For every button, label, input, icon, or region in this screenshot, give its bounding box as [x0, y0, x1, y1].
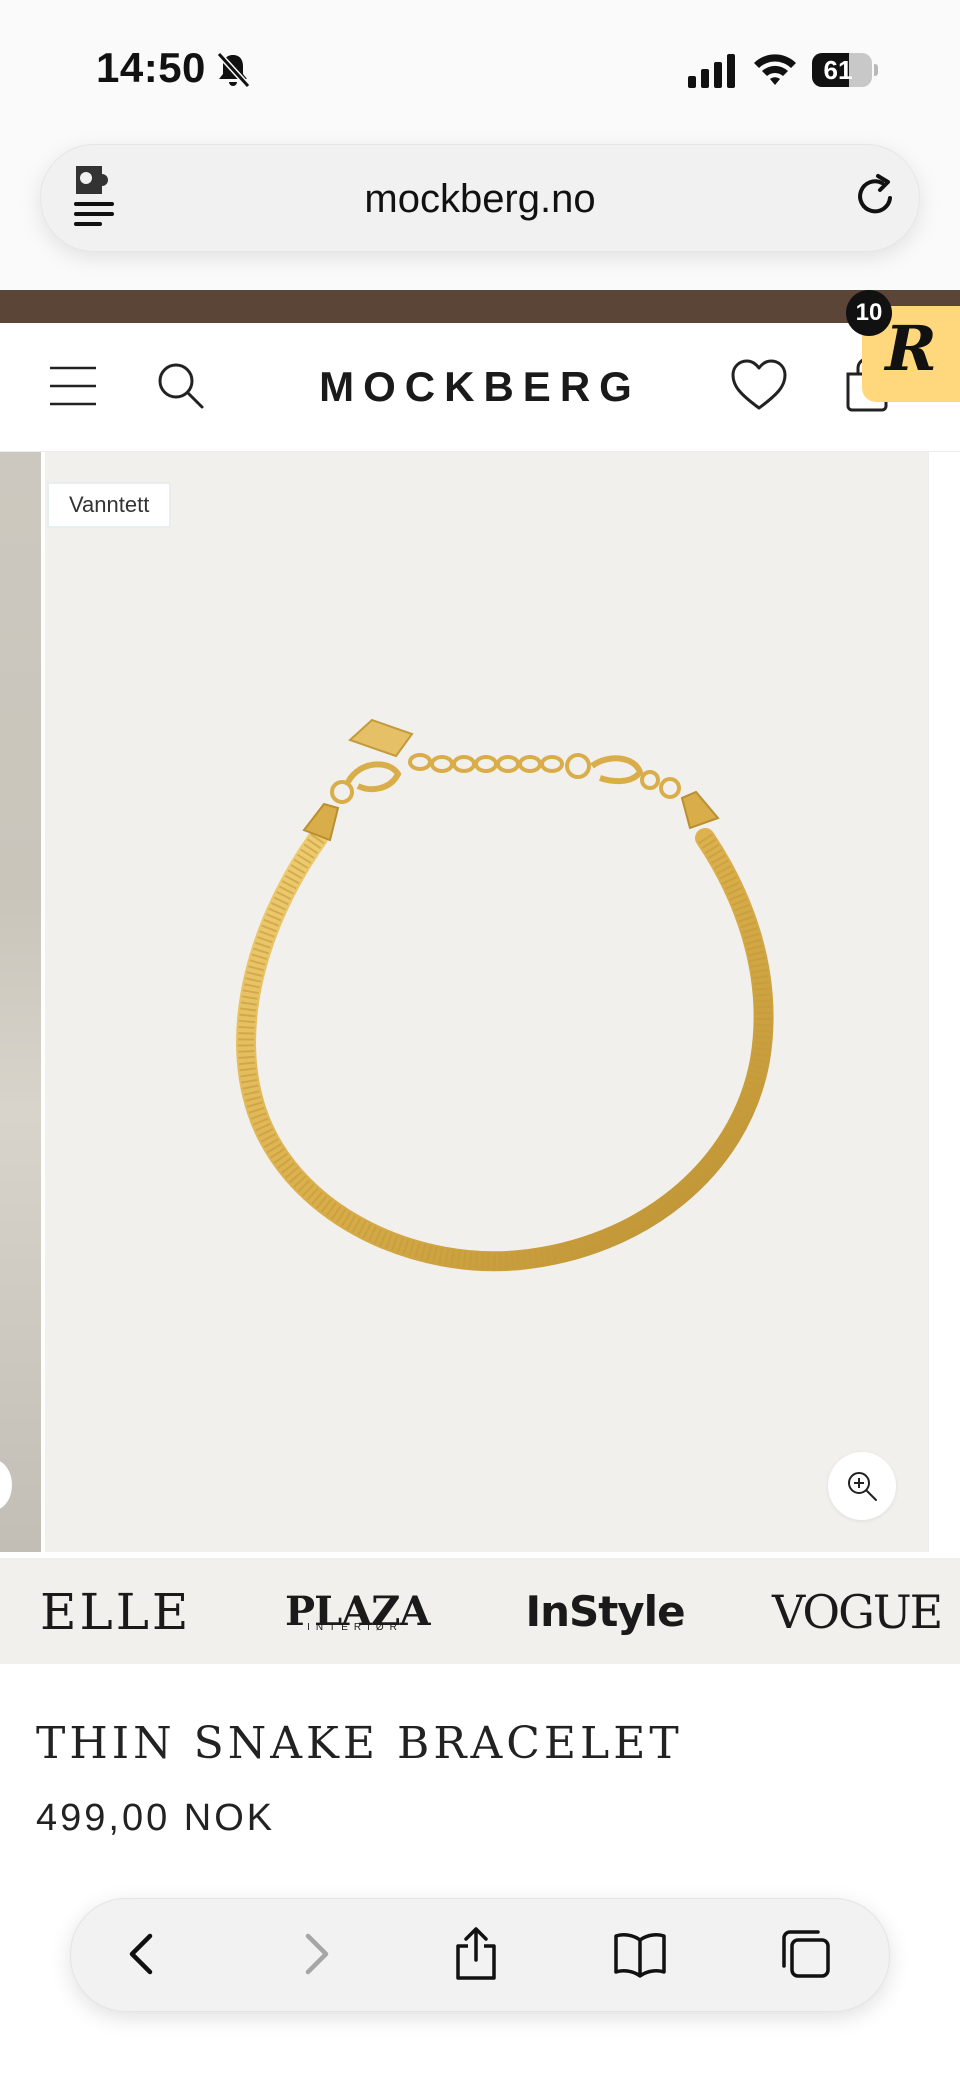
bracelet-image: [236, 718, 774, 1272]
rewards-count-badge: 10: [846, 290, 892, 336]
tabs-icon[interactable]: [778, 1926, 834, 1982]
product-price: 499,00 NOK: [36, 1797, 276, 1839]
press-logo-plaza-sub: INTERIØR: [307, 1622, 403, 1633]
url-text[interactable]: mockberg.no: [200, 168, 760, 230]
promo-strip: [0, 290, 960, 323]
search-icon[interactable]: [155, 360, 205, 410]
reload-icon[interactable]: [852, 172, 900, 220]
heart-icon[interactable]: [730, 358, 788, 412]
wifi-icon: [754, 54, 796, 85]
bell-slash-icon: [216, 51, 251, 89]
bookmarks-icon[interactable]: [612, 1926, 668, 1982]
share-icon[interactable]: [448, 1926, 504, 1982]
press-logo-vogue: VOGUE: [772, 1585, 943, 1639]
waterproof-badge: Vanntett: [47, 482, 172, 528]
previous-slide-image[interactable]: [0, 452, 41, 1552]
press-logo-elle: ELLE: [40, 1583, 192, 1641]
status-time: 14:50: [96, 44, 206, 91]
battery-icon: 61: [812, 53, 878, 89]
cellular-signal-icon: [688, 54, 735, 88]
extension-icon[interactable]: [72, 164, 120, 226]
press-logo-plaza: PLAZA: [285, 1588, 430, 1635]
forward-icon[interactable]: [286, 1926, 342, 1982]
zoom-in-icon: [848, 1472, 877, 1501]
back-icon[interactable]: [116, 1926, 172, 1982]
next-slide-image[interactable]: [928, 452, 960, 1552]
battery-percent: 61: [823, 55, 853, 85]
product-title: THIN SNAKE BRACELET: [36, 1718, 683, 1769]
zoom-button[interactable]: [828, 1452, 896, 1520]
press-logo-instyle: InStyle: [525, 1587, 685, 1636]
site-logo[interactable]: MOCKBERG: [290, 361, 670, 413]
menu-icon[interactable]: [50, 364, 96, 408]
